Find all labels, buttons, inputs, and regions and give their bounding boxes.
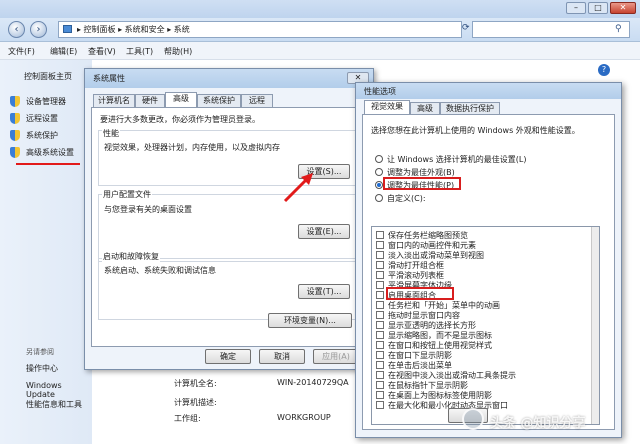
shield-icon — [10, 147, 20, 158]
performance-options-dialog: 性能选项 视觉效果 高级 数据执行保护 选择您想在此计算机上使用的 Window… — [355, 82, 622, 438]
effects-checklist: 保存任务栏缩略图预览 窗口内的动画控件和元素 淡入淡出或滑动菜单到视图 滑动打开… — [371, 226, 600, 425]
menu-tools[interactable]: 工具(T) — [126, 46, 153, 57]
search-icon: ⚲ — [615, 24, 622, 34]
tab-remote[interactable]: 远程 — [241, 94, 273, 108]
menu-edit[interactable]: 编辑(E) — [50, 46, 77, 57]
menu-view[interactable]: 查看(V) — [88, 46, 116, 57]
desktop-composition-highlight — [386, 287, 454, 300]
checkbox[interactable] — [376, 261, 384, 269]
title-bar — [0, 0, 640, 18]
radio-best-appearance[interactable] — [375, 168, 383, 176]
checkbox[interactable] — [376, 301, 384, 309]
search-input[interactable]: ⚲ — [472, 21, 630, 38]
forward-arrow-icon[interactable]: › — [30, 21, 47, 38]
checkbox[interactable] — [376, 231, 384, 239]
checkbox[interactable] — [376, 291, 384, 299]
option-custom: 自定义(C): — [387, 194, 426, 203]
checkbox[interactable] — [376, 281, 384, 289]
checkbox[interactable] — [376, 271, 384, 279]
checkbox[interactable] — [376, 241, 384, 249]
menu-file[interactable]: 文件(F) — [8, 46, 35, 57]
environment-variables-button[interactable]: 环境变量(N)... — [268, 313, 352, 328]
performance-title: 性能 — [102, 128, 120, 139]
computer-name-label: 计算机全名: — [174, 379, 217, 388]
back-arrow-icon[interactable]: ‹ — [8, 21, 25, 38]
performance-description: 视觉效果，处理器计划，内存使用，以及虚拟内存 — [104, 143, 280, 152]
tab-computer-name[interactable]: 计算机名 — [93, 94, 135, 108]
radio-best-performance[interactable] — [375, 181, 383, 189]
control-panel-home-link[interactable]: 控制面板主页 — [24, 71, 72, 82]
system-properties-dialog: 系统属性 ✕ 计算机名 硬件 高级 系统保护 远程 要进行大多数更改，你必须作为… — [84, 68, 374, 370]
workgroup-label: 工作组: — [174, 414, 201, 423]
close-button[interactable]: ✕ — [610, 2, 636, 14]
advanced-tab-panel: 要进行大多数更改，你必须作为管理员登录。 性能 视觉效果，处理器计划，内存使用，… — [91, 107, 367, 347]
checkbox[interactable] — [376, 251, 384, 259]
advanced-system-settings-link[interactable]: 高级系统设置 — [26, 147, 74, 158]
device-manager-link[interactable]: 设备管理器 — [26, 96, 66, 107]
watermark-text: 头条 @知识分享 — [490, 416, 586, 431]
minimize-button[interactable]: – — [566, 2, 586, 14]
best-performance-highlight — [383, 177, 461, 190]
visual-effects-intro: 选择您想在此计算机上使用的 Windows 外观和性能设置。 — [371, 126, 580, 135]
address-path: ▸ 控制面板 ▸ 系统和安全 ▸ 系统 — [77, 25, 190, 34]
checkbox[interactable] — [376, 371, 384, 379]
shield-icon — [10, 113, 20, 124]
watermark-logo-icon — [462, 408, 484, 430]
apply-button[interactable]: 应用(A) — [313, 349, 359, 364]
radio-let-windows-choose[interactable] — [375, 155, 383, 163]
control-panel-icon — [63, 25, 72, 33]
checklist-scrollbar[interactable] — [591, 227, 599, 424]
user-profiles-description: 与您登录有关的桌面设置 — [104, 205, 192, 214]
refresh-icon[interactable]: ⟳ — [462, 23, 470, 36]
startup-recovery-title: 启动和故障恢复 — [102, 251, 160, 262]
startup-settings-button[interactable]: 设置(T)... — [298, 284, 350, 299]
checkbox[interactable] — [376, 351, 384, 359]
address-toolbar: ‹ › ▸ 控制面板 ▸ 系统和安全 ▸ 系统 ⟳ ⚲ — [0, 18, 640, 42]
checkbox[interactable] — [376, 401, 384, 409]
admin-notice: 要进行大多数更改，你必须作为管理员登录。 — [100, 115, 260, 124]
address-bar[interactable]: ▸ 控制面板 ▸ 系统和安全 ▸ 系统 — [58, 21, 462, 38]
computer-name-value: WIN-20140729QA — [277, 378, 349, 387]
dialog-title: 系统属性 — [85, 69, 373, 88]
user-profiles-settings-button[interactable]: 设置(E)... — [298, 224, 350, 239]
ok-button[interactable]: 确定 — [205, 349, 251, 364]
highlight-underline — [16, 163, 80, 165]
checkbox[interactable] — [376, 361, 384, 369]
checkbox[interactable] — [376, 321, 384, 329]
perf-dialog-title: 性能选项 — [364, 87, 396, 96]
performance-info-link[interactable]: 性能信息和工具 — [26, 399, 82, 410]
checkbox[interactable] — [376, 331, 384, 339]
windows-update-link[interactable]: Windows Update — [26, 381, 92, 399]
remote-settings-link[interactable]: 远程设置 — [26, 113, 58, 124]
menu-help[interactable]: 帮助(H) — [164, 46, 192, 57]
startup-recovery-description: 系统启动、系统失败和调试信息 — [104, 266, 216, 275]
radio-custom[interactable] — [375, 194, 383, 202]
visual-effects-panel: 选择您想在此计算机上使用的 Windows 外观和性能设置。 让 Windows… — [362, 114, 615, 430]
action-center-link[interactable]: 操作中心 — [26, 363, 58, 374]
tab-hardware[interactable]: 硬件 — [135, 94, 165, 108]
watermark: 头条 @知识分享 — [462, 404, 630, 434]
cancel-button[interactable]: 取消 — [259, 349, 305, 364]
option-let-windows-choose: 让 Windows 选择计算机的最佳设置(L) — [387, 155, 527, 164]
left-nav-pane: 控制面板主页 设备管理器 远程设置 系统保护 高级系统设置 另请参阅 操作中心 … — [0, 60, 92, 444]
shield-icon — [10, 96, 20, 107]
computer-description-label: 计算机描述: — [174, 398, 217, 407]
tab-system-protection[interactable]: 系统保护 — [197, 94, 241, 108]
maximize-button[interactable]: □ — [588, 2, 608, 14]
checkbox[interactable] — [376, 311, 384, 319]
checkbox[interactable] — [376, 381, 384, 389]
see-also-title: 另请参阅 — [26, 348, 54, 356]
user-profiles-title: 用户配置文件 — [102, 189, 152, 200]
help-icon[interactable]: ? — [598, 64, 610, 76]
shield-icon — [10, 130, 20, 141]
tab-advanced[interactable]: 高级 — [165, 92, 197, 108]
checkbox[interactable] — [376, 391, 384, 399]
workgroup-value: WORKGROUP — [277, 413, 331, 422]
red-arrow-annotation — [283, 173, 313, 203]
checkbox[interactable] — [376, 341, 384, 349]
system-protection-link[interactable]: 系统保护 — [26, 130, 58, 141]
menu-bar: 文件(F) 编辑(E) 查看(V) 工具(T) 帮助(H) — [0, 42, 640, 60]
